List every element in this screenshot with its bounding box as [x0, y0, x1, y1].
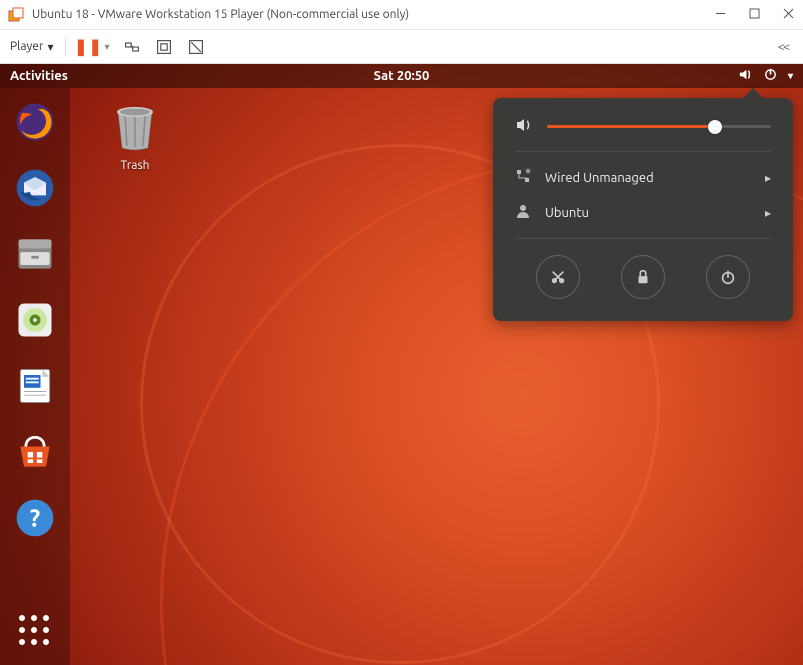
power-icon [719, 268, 737, 286]
chevron-right-icon: ▸ [765, 206, 771, 220]
chevron-down-icon: ▾ [788, 70, 793, 82]
host-toolbar: Player ▾ ❚❚ ▾ << [0, 30, 803, 64]
dock: ? [0, 88, 70, 665]
trash-label: Trash [100, 159, 170, 172]
settings-button[interactable] [536, 255, 580, 299]
volume-slider[interactable] [547, 119, 771, 135]
maximize-button[interactable] [747, 8, 761, 22]
firefox-icon[interactable] [11, 98, 59, 146]
close-button[interactable] [781, 8, 795, 22]
player-menu-label: Player [10, 40, 43, 53]
svg-text:?: ? [30, 504, 40, 531]
ubuntu-software-icon[interactable] [11, 428, 59, 476]
lock-button[interactable] [621, 255, 665, 299]
help-icon[interactable]: ? [11, 494, 59, 542]
chevron-down-icon: ▾ [104, 41, 109, 53]
libreoffice-writer-icon[interactable] [11, 362, 59, 410]
show-applications-button[interactable] [19, 615, 51, 647]
unity-mode-button[interactable] [186, 37, 206, 57]
power-icon [763, 67, 778, 85]
host-window-title: Ubuntu 18 - VMware Workstation 15 Player… [32, 8, 713, 21]
system-menu-popover: Wired Unmanaged ▸ Ubuntu ▸ [493, 98, 793, 321]
chevron-down-icon: ▾ [47, 40, 53, 54]
power-button[interactable] [706, 255, 750, 299]
user-label: Ubuntu [545, 206, 751, 220]
guest-vm-screen: Activities Sat 20:50 ▾ [0, 64, 803, 665]
user-icon [515, 203, 531, 222]
network-icon [515, 168, 531, 187]
vmware-app-icon [8, 7, 24, 23]
trash-icon [113, 104, 157, 152]
pause-button[interactable]: ❚❚ [78, 37, 98, 57]
rhythmbox-icon[interactable] [11, 296, 59, 344]
collapse-toolbar-button[interactable]: << [773, 37, 793, 57]
speaker-icon [515, 116, 533, 137]
host-titlebar: Ubuntu 18 - VMware Workstation 15 Player… [0, 0, 803, 30]
activities-button[interactable]: Activities [10, 69, 68, 83]
send-ctrl-alt-del-button[interactable] [122, 37, 142, 57]
settings-icon [549, 268, 567, 286]
gnome-topbar: Activities Sat 20:50 ▾ [0, 64, 803, 88]
chevron-right-icon: ▸ [765, 171, 771, 185]
user-menu-row[interactable]: Ubuntu ▸ [515, 195, 771, 230]
clock[interactable]: Sat 20:50 [374, 69, 430, 83]
network-label: Wired Unmanaged [545, 171, 751, 185]
network-menu-row[interactable]: Wired Unmanaged ▸ [515, 160, 771, 195]
thunderbird-icon[interactable] [11, 164, 59, 212]
trash-desktop-icon[interactable]: Trash [100, 104, 170, 172]
player-menu[interactable]: Player ▾ [10, 40, 53, 54]
volume-row [515, 116, 771, 137]
minimize-button[interactable] [713, 8, 727, 22]
fullscreen-button[interactable] [154, 37, 174, 57]
popover-tail [743, 88, 763, 98]
lock-icon [634, 268, 652, 286]
volume-icon [738, 67, 753, 85]
files-icon[interactable] [11, 230, 59, 278]
system-tray[interactable]: ▾ [738, 67, 793, 85]
